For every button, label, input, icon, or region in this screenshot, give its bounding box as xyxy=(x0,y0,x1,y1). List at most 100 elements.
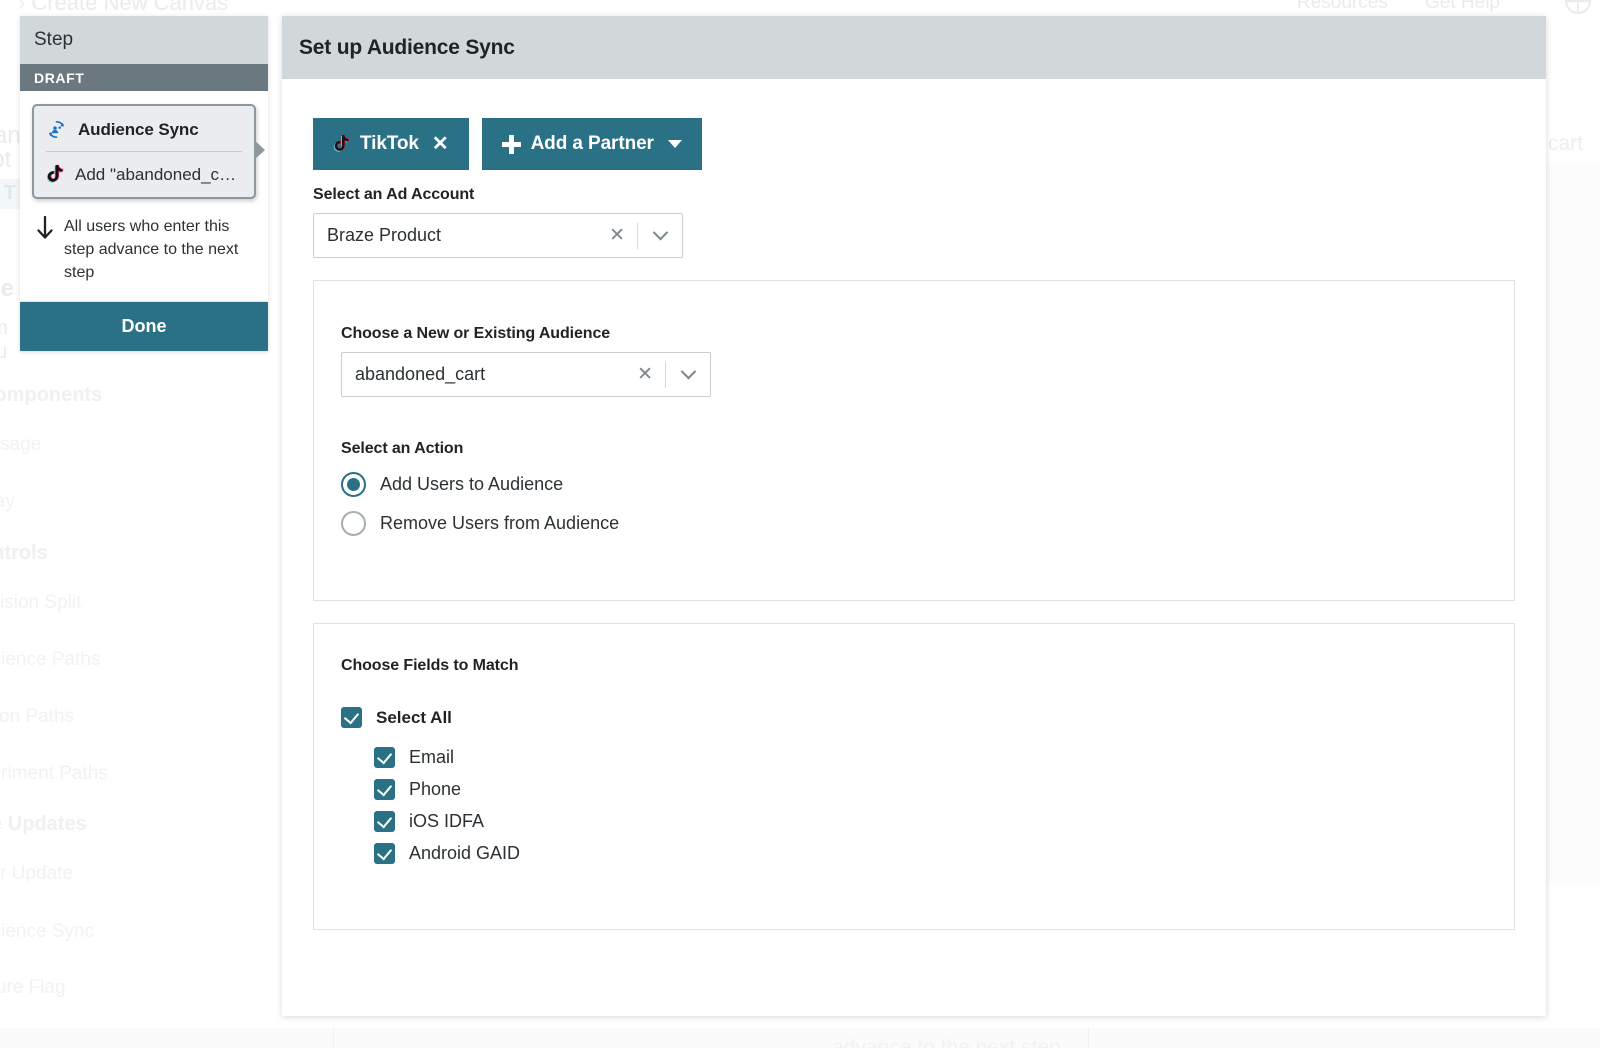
partner-button-row: TikTok ✕ Add a Partner xyxy=(313,118,1515,170)
step-panel-header: Step xyxy=(20,16,268,64)
app-root: › Create New Canvas Resources Get Help an… xyxy=(0,0,1600,1048)
status-badge: DRAFT xyxy=(20,64,268,91)
radio-add-users-to-audience[interactable]: Add Users to Audience xyxy=(341,472,1487,497)
background-fragment: om xyxy=(0,317,8,340)
node-title: Audience Sync xyxy=(78,119,199,139)
background-fragment: an xyxy=(0,122,21,149)
ad-account-group: Select an Ad Account Braze Product ✕ xyxy=(313,186,1515,258)
background-fragment: ne xyxy=(0,275,15,302)
radio-remove-users-from-audience[interactable]: Remove Users from Audience xyxy=(341,511,1487,536)
audience-select[interactable]: abandoned_cart ✕ xyxy=(341,352,711,397)
page-title: Set up Audience Sync xyxy=(299,35,515,59)
sidebar-item-experiment-paths: periment Paths xyxy=(0,763,108,784)
globe-icon xyxy=(1565,0,1591,14)
background-bottom-fragment: advance to the next step xyxy=(832,1036,1061,1048)
checkbox-select-all[interactable]: Select All xyxy=(341,707,1487,728)
sidebar-item-message: essage xyxy=(0,434,42,455)
sidebar-item-decision-split: ecision Split xyxy=(0,592,82,613)
chevron-glyph xyxy=(652,224,668,241)
checkbox-indicator xyxy=(374,747,395,768)
background-fragment: r u xyxy=(0,341,8,363)
ad-account-select[interactable]: Braze Product ✕ xyxy=(313,213,683,258)
close-icon[interactable]: ✕ xyxy=(432,134,449,154)
radio-label: Add Users to Audience xyxy=(380,474,564,494)
checkbox-android-gaid[interactable]: Android GAID xyxy=(341,843,1487,864)
sidebar-item-audience-paths: udience Paths xyxy=(0,649,101,670)
node-sub-label: Add "abandoned_ca… xyxy=(75,164,242,184)
audience-sync-icon xyxy=(49,120,64,139)
background-add-tiktok-label: d T xyxy=(0,182,16,204)
checkbox-label: Select All xyxy=(376,707,452,727)
partner-tab-tiktok[interactable]: TikTok ✕ xyxy=(313,118,469,170)
chevron-down-icon xyxy=(667,140,682,148)
done-button[interactable]: Done xyxy=(20,302,268,351)
node-pointer-icon xyxy=(254,140,265,160)
nav-resources: Resources xyxy=(1297,0,1388,13)
checkbox-phone[interactable]: Phone xyxy=(341,779,1487,800)
partner-tab-label: TikTok xyxy=(360,133,419,154)
radio-indicator xyxy=(341,472,366,497)
node-sub-row[interactable]: Add "abandoned_ca… xyxy=(34,152,254,197)
status-badge-label: DRAFT xyxy=(34,69,85,86)
fields-to-match-card: Choose Fields to Match Select All Email … xyxy=(313,623,1515,930)
background-fragment: ipt xyxy=(0,146,12,173)
audience-clear-icon[interactable]: ✕ xyxy=(625,365,665,384)
sidebar-item-audience-sync: udience Sync xyxy=(0,921,95,942)
sidebar-item-user-update: ser Update xyxy=(0,863,73,884)
chevron-glyph xyxy=(680,363,696,380)
plus-icon xyxy=(501,134,521,154)
arrow-down-icon xyxy=(37,216,53,239)
sidebar-item-device-updates: ce Updates xyxy=(0,813,87,835)
breadcrumb: › Create New Canvas xyxy=(18,0,228,16)
checkbox-email[interactable]: Email xyxy=(341,747,1487,768)
audience-and-action-card: Choose a New or Existing Audience abando… xyxy=(313,280,1515,601)
checkbox-label: Android GAID xyxy=(409,843,521,863)
audience-label: Choose a New or Existing Audience xyxy=(341,325,611,342)
background-bottom-band xyxy=(0,1028,1600,1048)
background-panel-strip xyxy=(1546,163,1600,883)
sidebar-item-action-paths: ction Paths xyxy=(0,706,74,727)
chevron-right-icon: › xyxy=(18,0,26,15)
step-panel-body: Audience Sync Add "abandoned_ca… All use… xyxy=(20,91,268,301)
ad-account-clear-icon[interactable]: ✕ xyxy=(597,226,637,245)
checkbox-indicator xyxy=(341,707,362,728)
audience-value: abandoned_cart xyxy=(355,364,486,384)
modal-body: TikTok ✕ Add a Partner Select an Ad Acco… xyxy=(282,79,1546,930)
tiktok-icon xyxy=(333,134,350,152)
node-header-row[interactable]: Audience Sync xyxy=(34,106,254,151)
sidebar-item-controls: ontrols xyxy=(0,542,48,564)
action-label: Select an Action xyxy=(341,440,464,457)
checkbox-label: Email xyxy=(409,747,455,767)
advance-note-text: All users who enter this step advance to… xyxy=(64,218,239,282)
sidebar-item-components: Components xyxy=(0,384,103,406)
advance-note: All users who enter this step advance to… xyxy=(32,215,256,285)
audience-group: Choose a New or Existing Audience abando… xyxy=(341,325,1487,397)
audience-chevron-down-icon[interactable] xyxy=(666,363,710,380)
background-right-fragment: cart xyxy=(1548,132,1584,155)
modal-header: Set up Audience Sync xyxy=(282,16,1546,79)
fields-to-match-label: Choose Fields to Match xyxy=(341,657,519,674)
add-partner-label: Add a Partner xyxy=(530,133,654,154)
step-panel-title: Step xyxy=(34,29,74,50)
checkbox-label: iOS IDFA xyxy=(409,811,485,831)
checkbox-ios-idfa[interactable]: iOS IDFA xyxy=(341,811,1487,832)
ad-account-chevron-down-icon[interactable] xyxy=(638,224,682,241)
checkbox-label: Phone xyxy=(409,779,462,799)
step-panel: Step DRAFT Audience Sync Add "abandoned_… xyxy=(20,16,268,301)
checkbox-indicator xyxy=(374,779,395,800)
radio-indicator xyxy=(341,511,366,536)
ad-account-label: Select an Ad Account xyxy=(313,186,475,203)
checkbox-indicator xyxy=(374,843,395,864)
canvas-step-node[interactable]: Audience Sync Add "abandoned_ca… xyxy=(32,104,265,199)
checkbox-indicator xyxy=(374,811,395,832)
radio-label: Remove Users from Audience xyxy=(380,513,620,533)
nav-get-help: Get Help xyxy=(1425,0,1500,13)
ad-account-value: Braze Product xyxy=(327,225,442,245)
add-partner-button[interactable]: Add a Partner xyxy=(481,118,702,170)
background-divider xyxy=(1088,1028,1089,1048)
tiktok-icon xyxy=(47,164,64,183)
background-divider xyxy=(333,1028,334,1048)
